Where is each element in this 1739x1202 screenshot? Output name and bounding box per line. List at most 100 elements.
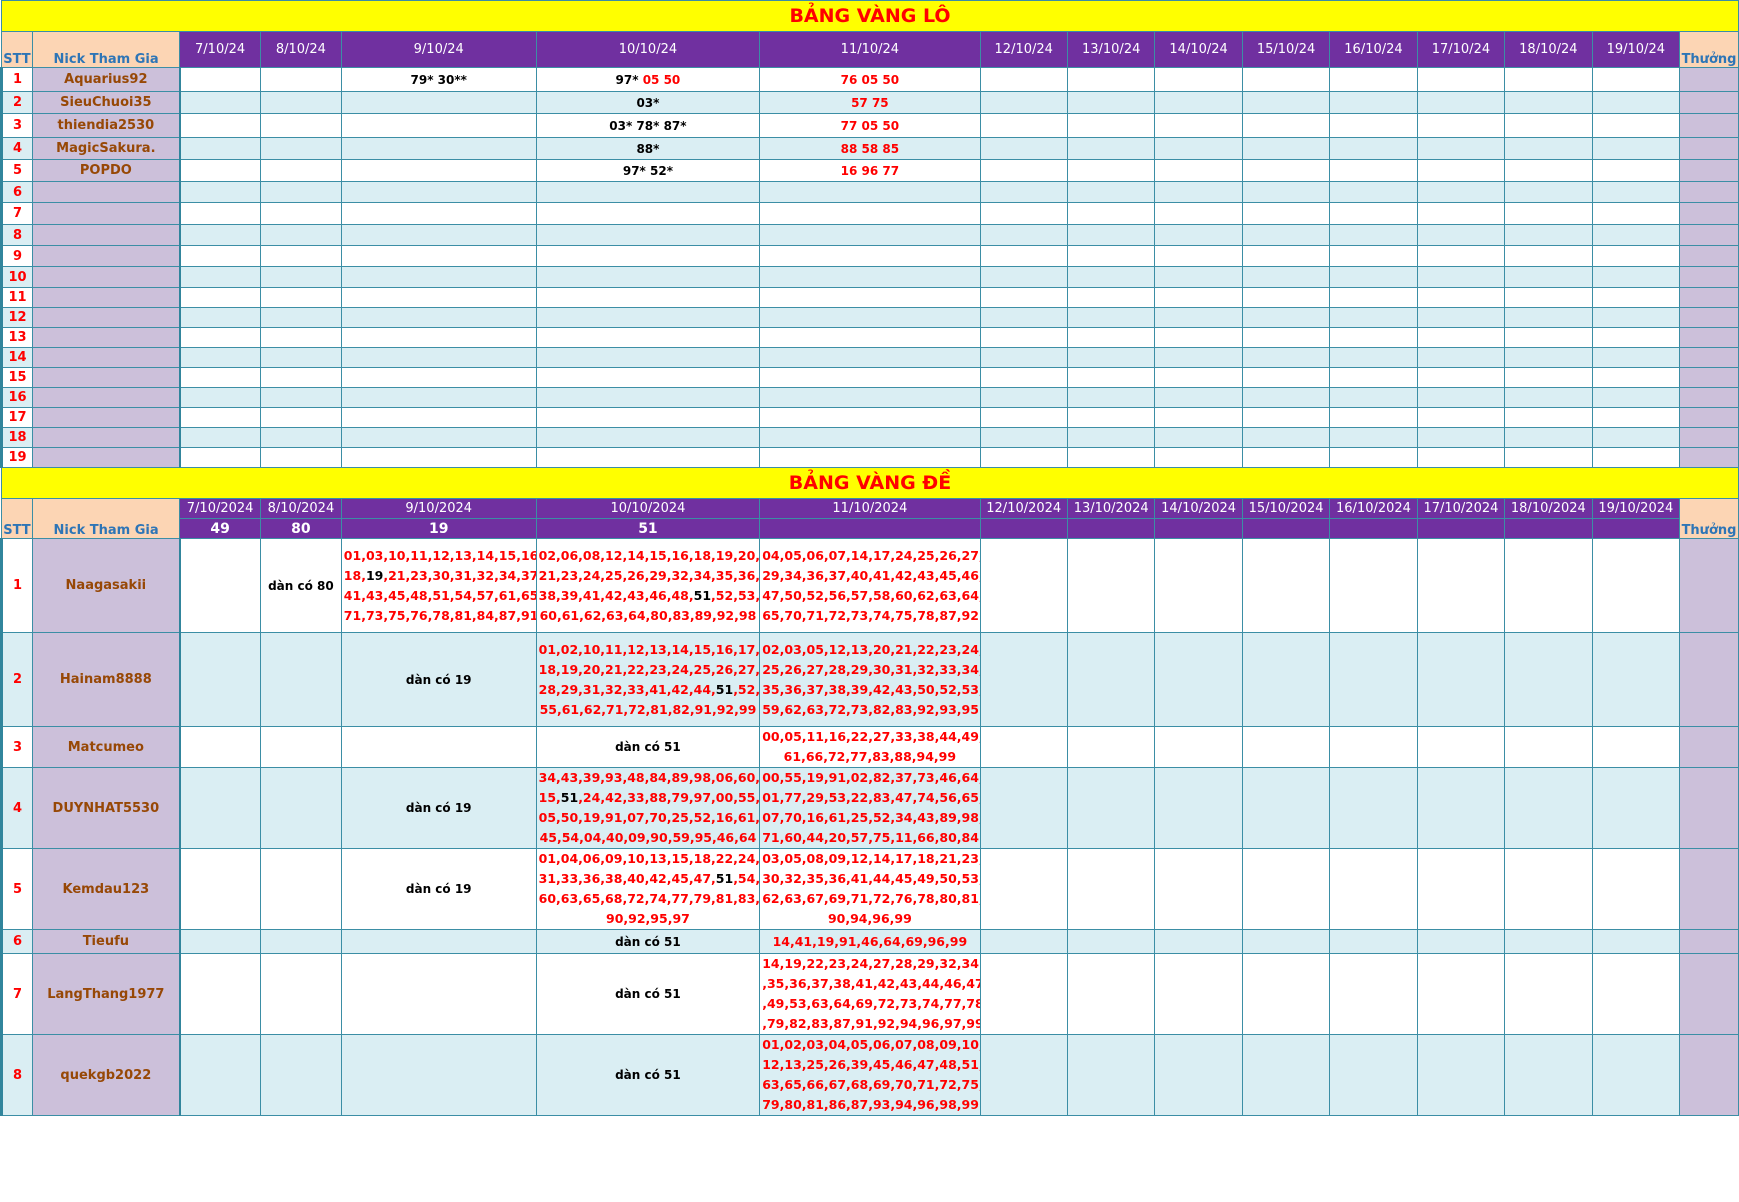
de-cell [1591, 767, 1681, 849]
lo-cell [340, 202, 537, 225]
lo-cell [179, 266, 261, 288]
table-row: 2 SieuChuoi35 03* 57 75 [0, 91, 1739, 114]
lo-cell [1241, 137, 1331, 160]
de-cell: 14,19,22,23,24,27,28,29,32,34 ,35,36,37,… [759, 953, 981, 1035]
lo-reward-header: Thưởng [1679, 31, 1739, 68]
de-result [1416, 518, 1506, 539]
de-number: 34,43,39,93,48,84,89,98,06,60, [538, 770, 760, 785]
de-date-header: 7/10/2024 [179, 498, 261, 519]
de-cell [179, 767, 261, 849]
lo-cell [759, 407, 981, 428]
de-cell [1416, 538, 1506, 633]
lo-stt-header: STT [1, 31, 33, 68]
de-cell: 04,05,06,07,14,17,24,25,26,27, 29,34,36,… [759, 538, 981, 633]
table-row: 10 [0, 266, 1739, 288]
lo-cell [1066, 181, 1156, 203]
de-number: 02,06,08,12,14,15,16,18,19,20, [538, 547, 760, 563]
de-number: 60,63,65,68,72,74,77,79,81,83,86,88, [538, 891, 760, 906]
de-date-header: 18/10/2024 [1504, 498, 1593, 519]
lo-cell [1241, 447, 1331, 468]
lo-cell [535, 327, 761, 348]
lo-date-header: 13/10/24 [1066, 31, 1156, 68]
lo-cell [979, 387, 1068, 408]
de-cell [1066, 767, 1156, 849]
lo-cell [179, 67, 261, 92]
de-body: 1 Naagasakii dàn có 80 01,03,10,11,12,13,14… [0, 538, 1739, 1116]
lo-cell [979, 407, 1068, 428]
de-cell [979, 848, 1068, 930]
de-cell [260, 848, 342, 930]
table-row: 5 Kemdau123 dàn có 19 01,04,06,09,10,13,15,… [0, 848, 1739, 930]
lo-cell [979, 202, 1068, 225]
de-cell: 02,03,05,12,13,20,21,22,23,24, 25,26,27,… [759, 632, 981, 727]
lo-cell [1416, 387, 1506, 408]
lo-cell [1066, 427, 1156, 448]
lo-cell [979, 224, 1068, 246]
lo-cell [535, 245, 761, 267]
lo-cell [759, 202, 981, 225]
lo-cell [1591, 202, 1681, 225]
de-cell [340, 1034, 537, 1116]
lo-cell [1329, 266, 1418, 288]
lo-cell [1416, 447, 1506, 468]
de-cell: dàn có 19 [340, 767, 537, 849]
row-reward [1679, 1034, 1739, 1116]
lo-cell [1241, 181, 1331, 203]
row-nick [31, 407, 181, 428]
de-cell [1241, 953, 1331, 1035]
de-cell [179, 632, 261, 727]
lo-cell [1329, 327, 1418, 348]
lo-cell [979, 91, 1068, 114]
lo-cell [1154, 67, 1243, 92]
row-stt: 4 [0, 137, 33, 160]
de-cell [979, 726, 1068, 768]
table-row: 2 Hainam8888 dàn có 19 01,02,10,11,12,13,14… [0, 632, 1739, 727]
lo-cell [1241, 113, 1331, 138]
lo-cell [1591, 266, 1681, 288]
lo-cell [1066, 347, 1156, 368]
lo-cell [1591, 387, 1681, 408]
de-result: 80 [260, 518, 342, 539]
row-reward [1679, 224, 1739, 246]
lo-cell [1066, 113, 1156, 138]
row-stt: 17 [0, 407, 33, 428]
lo-cell [1504, 113, 1593, 138]
row-stt: 10 [0, 266, 33, 288]
de-cell [979, 632, 1068, 727]
lo-cell [1066, 287, 1156, 308]
lo-cell [1241, 91, 1331, 114]
row-nick [31, 181, 181, 203]
lo-cell [340, 91, 537, 114]
lo-cell [1591, 447, 1681, 468]
lo-cell [1416, 427, 1506, 448]
lo-pick: 03* 78* 87* [609, 118, 687, 133]
de-cell [1329, 726, 1418, 768]
lo-cell [179, 327, 261, 348]
de-date-header: 12/10/2024 [979, 498, 1068, 519]
lo-cell [340, 307, 537, 328]
lo-cell [1241, 224, 1331, 246]
lo-cell [179, 387, 261, 408]
lo-cell [1504, 224, 1593, 246]
lo-cell [1154, 202, 1243, 225]
lo-cell [1329, 245, 1418, 267]
lo-cell [1066, 245, 1156, 267]
row-nick [31, 447, 181, 468]
lo-cell [260, 137, 342, 160]
lo-cell [1154, 447, 1243, 468]
de-cell [1591, 726, 1681, 768]
lo-cell [340, 224, 537, 246]
lo-title: BẢNG VÀNG LÔ [1, 0, 1739, 32]
lo-cell [979, 347, 1068, 368]
de-cell: 01,03,10,11,12,13,14,15,16,17, 18,19,21,2… [340, 538, 537, 633]
lo-cell: 97* 52* [535, 159, 761, 182]
row-nick: thiendia2530 [31, 113, 181, 138]
lo-cell [535, 202, 761, 225]
lo-cell [1241, 427, 1331, 448]
row-nick: Matcumeo [31, 726, 181, 768]
table-row: 8 [0, 224, 1739, 246]
row-reward [1679, 447, 1739, 468]
row-reward [1679, 407, 1739, 428]
de-number: 01,03,10,11,12,13,14,15,16,17, [343, 547, 537, 563]
row-stt: 1 [0, 538, 33, 633]
